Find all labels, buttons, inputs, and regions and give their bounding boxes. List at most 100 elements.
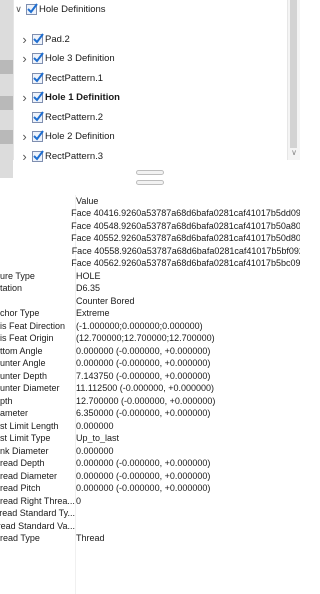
chevron-right-icon[interactable]: › [20,51,29,66]
visibility-check-icon[interactable] [32,149,44,162]
property-row[interactable]: read Right Threa... 0 [0,495,300,508]
property-name: unter Depth [0,370,48,381]
property-row[interactable]: Face 40552.9260a53787a68d6bafa0281caf410… [0,232,300,245]
tree-item-label: RectPattern.2 [45,111,104,123]
property-name: ttom Angle [0,345,43,356]
property-row[interactable]: is Feat Origin (12.700000;12.700000;12.70… [0,332,300,345]
property-row[interactable]: Counter Bored [0,295,300,308]
visibility-check-icon[interactable] [32,110,44,123]
property-row[interactable]: Face 40548.9260a53787a68d6bafa0281caf410… [0,220,300,233]
scrollbar-thumb[interactable] [290,0,297,148]
property-name: read Standard Ty... [0,508,75,519]
property-row[interactable]: unter Depth 7.143750 (-0.000000, +0.00000… [0,370,300,383]
specification-tree: ∨ Hole Definitions › Pad.2 › Hole 3 Definitio… [13,0,289,164]
property-name: ure Type [0,270,35,281]
property-row[interactable]: read Diameter 0.000000 (-0.000000, +0.000… [0,470,300,483]
header-value: Value [76,196,99,206]
property-row[interactable]: st Limit Type Up_to_last [0,432,300,445]
scroll-down-icon[interactable]: ∨ [288,148,300,157]
property-row[interactable]: chor Type Extreme [0,307,300,320]
chevron-right-icon[interactable]: › [20,149,29,164]
property-value: 0 [76,495,82,506]
property-name: read Type [0,533,40,544]
property-name: read Diameter [0,470,58,481]
tree-item[interactable]: › Pad.2 [20,30,70,49]
tree-item[interactable]: ∨ Hole Definitions [14,0,106,19]
property-row[interactable]: read Pitch 0.000000 (-0.000000, +0.000000… [0,482,300,495]
property-row[interactable]: ttom Angle 0.000000 (-0.000000, +0.000000… [0,345,300,358]
property-row[interactable]: pth 12.700000 (-0.000000, +0.000000) [0,395,300,408]
property-name: read Pitch [0,483,41,494]
property-name: ameter [0,408,29,419]
property-row[interactable]: ameter 6.350000 (-0.000000, +0.000000) [0,407,300,420]
property-name: is Feat Direction [0,320,66,331]
property-value: Counter Bored [76,295,135,306]
property-value: 7.143750 (-0.000000, +0.000000) [76,370,211,381]
property-name: is Feat Origin [0,333,54,344]
expander-placeholder [20,74,29,83]
property-row[interactable]: unter Angle 0.000000 (-0.000000, +0.00000… [0,357,300,370]
property-row[interactable]: Face 40558.9260a53787a68d6bafa0281caf410… [0,245,300,258]
property-value: 0.000000 [76,420,114,431]
property-row[interactable]: is Feat Direction (-1.000000;0.000000;0.0… [0,320,300,333]
properties-grid: Value Face 40416.9260a53787a68d6bafa0281… [0,195,300,545]
chevron-right-icon[interactable]: › [20,129,29,144]
property-value: (12.700000;12.700000;12.700000) [76,333,215,344]
tree-item[interactable]: RectPattern.1 [20,69,103,88]
property-name: read Depth [0,458,45,469]
chevron-right-icon[interactable]: › [20,90,29,105]
property-value: Extreme [76,308,110,319]
property-name: nk Diameter [0,445,49,456]
property-value: 0.000000 (-0.000000, +0.000000) [76,358,211,369]
property-row[interactable]: read Type Thread [0,532,300,545]
tree-item[interactable]: › RectPattern.3 [20,147,103,166]
visibility-check-icon[interactable] [32,91,44,103]
chevron-right-icon[interactable]: › [20,32,29,47]
property-value: 0.000000 (-0.000000, +0.000000) [76,483,211,494]
property-row[interactable]: tation D6.35 [0,282,300,295]
tree-item-label: Hole 3 Definition [45,53,115,64]
splitter-handle-top[interactable] [0,170,300,176]
property-row[interactable]: read Standard Va... [0,520,300,533]
property-name: unter Angle [0,358,46,369]
property-value: 0.000000 [76,445,114,456]
left-panel-edge [0,0,13,178]
splitter-handle-bottom[interactable] [0,180,300,186]
property-name: st Limit Length [0,420,59,431]
visibility-check-icon[interactable] [32,32,44,45]
property-row[interactable]: unter Diameter 11.112500 (-0.000000, +0.0… [0,382,300,395]
property-row[interactable]: ure Type HOLE [0,270,300,283]
property-value: 6.350000 (-0.000000, +0.000000) [76,408,211,419]
chevron-down-icon[interactable]: ∨ [14,4,23,14]
tree-item-label: Hole Definitions [39,4,106,15]
tree-item[interactable]: › Hole 3 Definition [20,49,115,68]
property-value: 11.112500 (-0.000000, +0.000000) [76,383,215,394]
property-row[interactable]: read Depth 0.000000 (-0.000000, +0.000000… [0,457,300,470]
visibility-check-icon[interactable] [32,71,44,84]
property-name: read Right Threa... [0,495,75,506]
property-name: read Standard Va... [0,520,75,531]
tree-item[interactable]: › Hole 2 Definition [20,127,114,146]
property-value: Thread [76,533,105,544]
tree-scrollbar[interactable]: ∨ [287,0,300,160]
property-value: Face 40416.9260a53787a68d6bafa0281caf410… [71,208,300,219]
tree-item[interactable]: RectPattern.2 [20,108,103,127]
tree-item[interactable]: › Hole 1 Definition [20,88,120,107]
visibility-check-icon[interactable] [32,52,44,64]
property-value: 0.000000 (-0.000000, +0.000000) [76,345,211,356]
property-row[interactable]: Face 40416.9260a53787a68d6bafa0281caf410… [0,207,300,220]
property-row[interactable]: st Limit Length 0.000000 [0,420,300,433]
property-name: chor Type [0,308,40,319]
visibility-check-icon[interactable] [26,3,38,15]
tree-item-label: Pad.2 [45,33,70,45]
property-value: Face 40548.9260a53787a68d6bafa0281caf410… [71,220,300,231]
property-value: 0.000000 (-0.000000, +0.000000) [76,470,211,481]
visibility-check-icon[interactable] [32,130,44,142]
property-row[interactable]: read Standard Ty... [0,507,300,520]
property-value: D6.35 [76,283,101,294]
property-row[interactable]: Face 40562.9260a53787a68d6bafa0281caf410… [0,257,300,270]
tree-item-label: Hole 1 Definition [45,92,120,103]
property-row[interactable]: nk Diameter 0.000000 [0,445,300,458]
property-value: HOLE [76,270,101,281]
property-value: 12.700000 (-0.000000, +0.000000) [76,395,216,406]
